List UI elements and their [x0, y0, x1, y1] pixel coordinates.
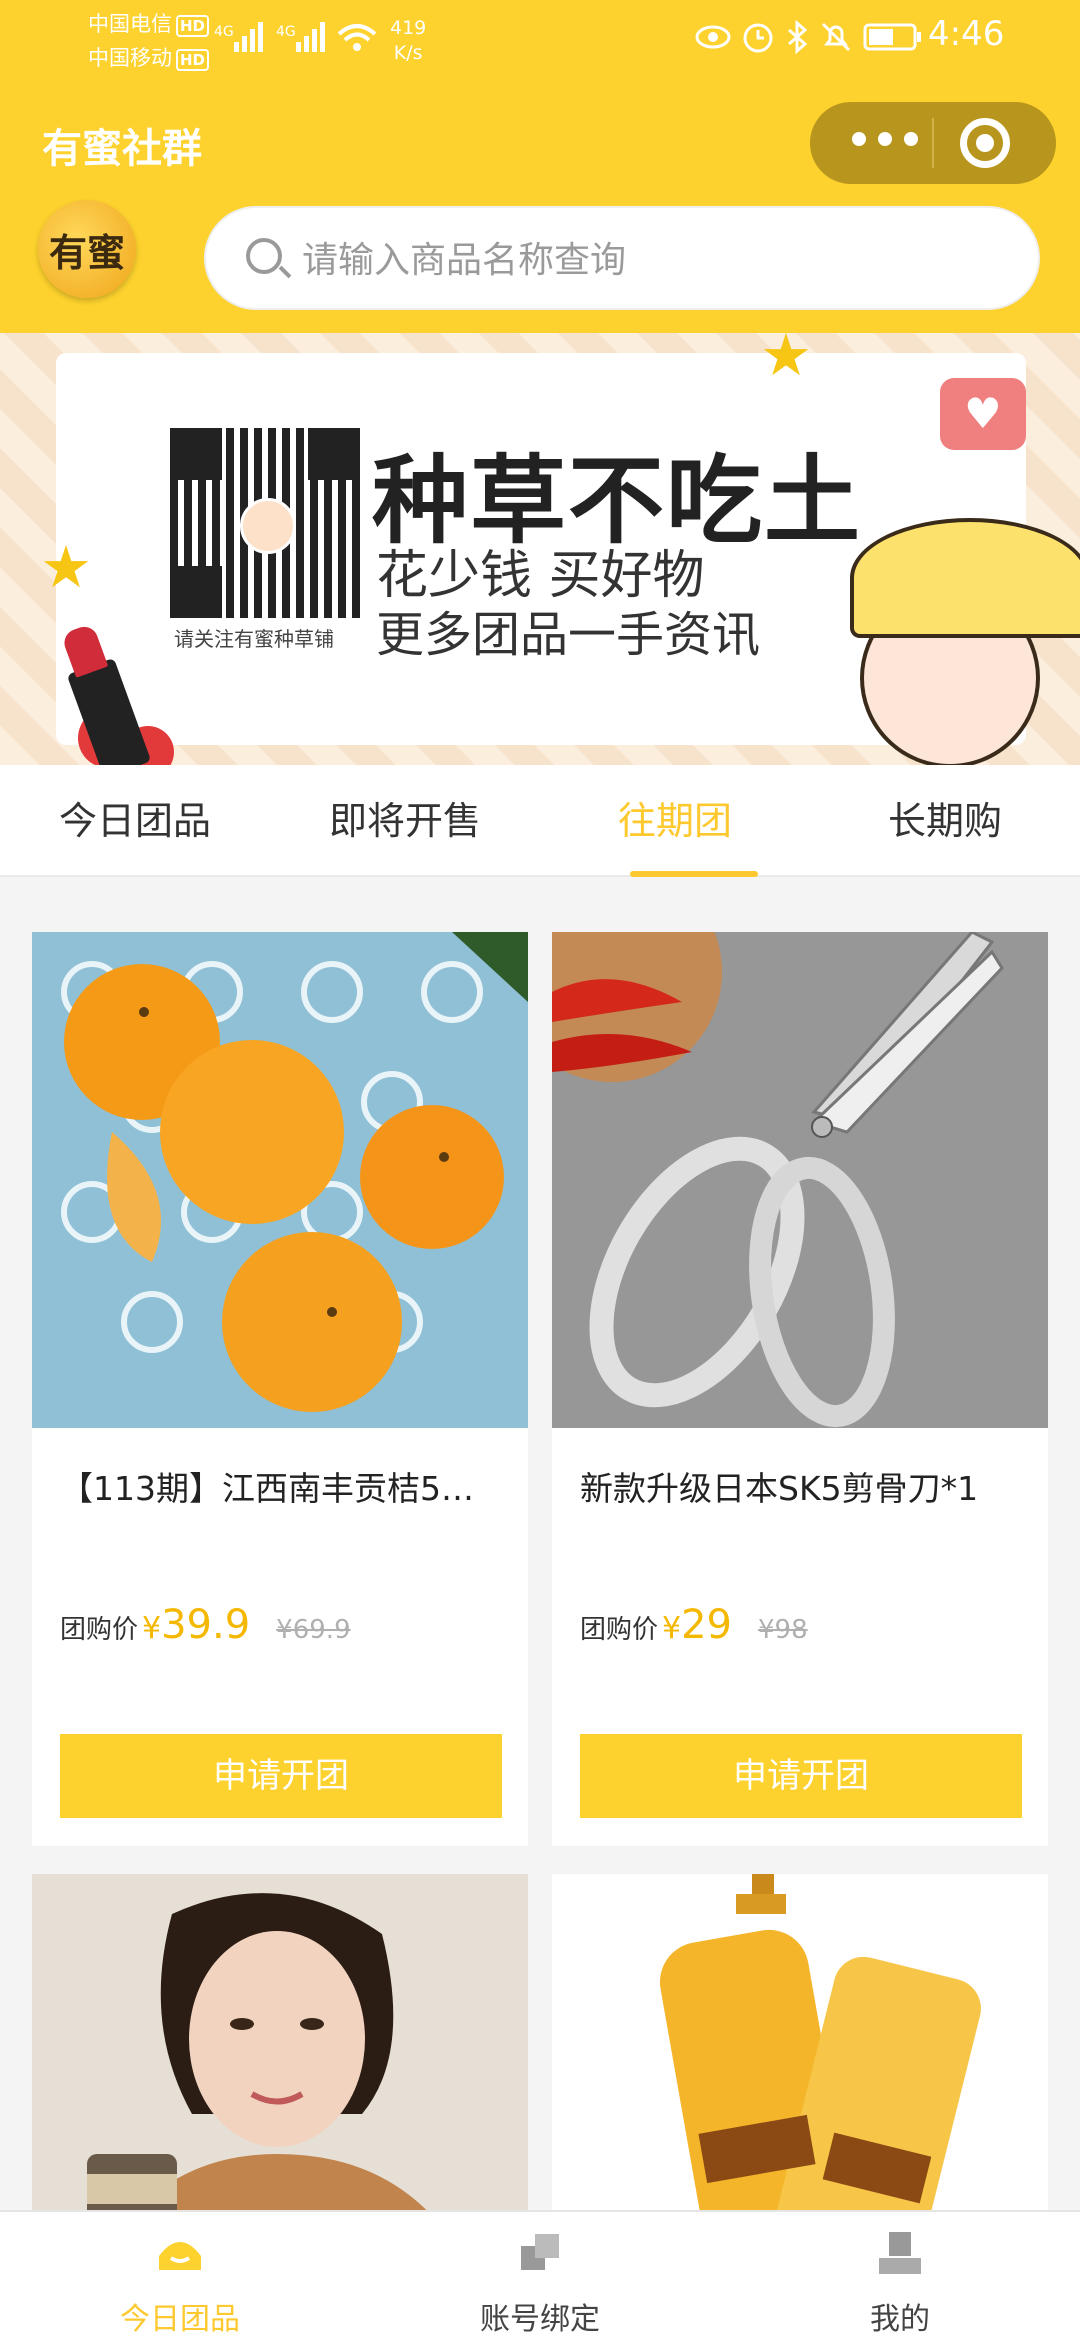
status-bar: 中国电信 HD 中国移动 HD 4G 4G 419 K/s 4:46: [0, 0, 1080, 80]
svg-text:4G: 4G: [276, 24, 296, 40]
carrier-1: 中国电信 HD: [88, 8, 210, 38]
alarm-icon: [743, 23, 773, 53]
hd-badge: HD: [176, 15, 210, 37]
product-card[interactable]: 【113期】江西南丰贡桔5… 团购价 ¥ 39.9 ¥69.9 申请开团: [32, 932, 528, 1846]
qr-code: [166, 424, 364, 622]
product-image[interactable]: [552, 932, 1048, 1428]
brand-logo: 有蜜: [38, 200, 136, 298]
clock: 4:46: [928, 14, 1005, 54]
price-row: 团购价 ¥ 29 ¥98: [580, 1602, 808, 1648]
carrier-2-name: 中国移动: [88, 46, 172, 70]
eye-icon: [695, 25, 731, 49]
home-icon: [159, 2242, 201, 2270]
product-name[interactable]: 新款升级日本SK5剪骨刀*1: [580, 1462, 1030, 1510]
search-bar[interactable]: [204, 206, 1040, 310]
tab-upcoming[interactable]: 即将开售: [270, 765, 540, 877]
tab-today[interactable]: 今日团品: [0, 765, 270, 877]
product-name[interactable]: 【113期】江西南丰贡桔5…: [60, 1462, 510, 1510]
tab-longterm[interactable]: 长期购: [810, 765, 1080, 877]
nav-mine[interactable]: 我的: [720, 2212, 1080, 2340]
product-image[interactable]: [32, 932, 528, 1428]
app-root: 中国电信HD 中国移动HD 4G 4G 419 K/s 4:46 有蜜社群: [0, 0, 1080, 2340]
page-title: 有蜜社群: [42, 126, 202, 172]
currency-symbol: ¥: [142, 1611, 162, 1646]
miniprogram-capsule: [810, 102, 1056, 184]
search-input[interactable]: [302, 230, 1002, 290]
category-tabs: 今日团品 即将开售 往期团 长期购: [0, 765, 1080, 877]
capsule-divider: [932, 118, 934, 168]
currency-symbol: ¥: [662, 1611, 682, 1646]
apply-group-button[interactable]: 申请开团: [580, 1734, 1022, 1818]
nav-label: 今日团品: [120, 2302, 240, 2337]
price-row: 团购价 ¥ 39.9 ¥69.9: [60, 1602, 351, 1648]
original-price: ¥69.9: [276, 1615, 351, 1645]
heart-icon: ♥: [940, 378, 1026, 450]
link-account-icon: [521, 2234, 559, 2270]
star-icon: ★: [760, 321, 812, 389]
group-price: 39.9: [161, 1602, 251, 1648]
product-card[interactable]: 新款升级日本SK5剪骨刀*1 团购价 ¥ 29 ¥98 申请开团: [552, 932, 1048, 1846]
logo-text: 有蜜: [48, 229, 125, 275]
net-speed-unit: K/s: [393, 42, 423, 64]
search-icon: [246, 238, 282, 274]
header: 中国电信HD 中国移动HD 4G 4G 419 K/s 4:46 有蜜社群: [0, 0, 1080, 333]
banner-line-3: 更多团品一手资讯: [376, 607, 761, 663]
price-label: 团购价: [60, 1615, 139, 1645]
profile-icon: [879, 2232, 921, 2274]
qr-caption: 请关注有蜜种草铺: [174, 627, 334, 651]
bottom-nav: 今日团品 账号绑定 我的: [0, 2210, 1080, 2340]
net-speed-value: 419: [390, 17, 427, 39]
net-speed: 419 K/s: [390, 16, 426, 66]
nav-today[interactable]: 今日团品: [0, 2212, 360, 2340]
carrier-1-name: 中国电信: [88, 12, 172, 36]
bluetooth-icon: [788, 20, 808, 54]
girl-illustration: [820, 518, 1080, 768]
carrier-2: 中国移动 HD: [88, 42, 210, 72]
nav-account-binding[interactable]: 账号绑定: [360, 2212, 720, 2340]
signal-icon: 4G 4G: [214, 22, 377, 52]
battery-icon: [863, 23, 921, 51]
svg-text:4G: 4G: [214, 24, 234, 40]
promo-banner[interactable]: ★ ★ ♥ 请关注有蜜种草铺 种草不吃土 花少钱 买好物 更多团品一手资讯: [0, 321, 1080, 779]
status-icons: [695, 20, 923, 54]
original-price: ¥98: [758, 1615, 808, 1645]
star-icon: ★: [40, 533, 92, 601]
group-price: 29: [681, 1602, 733, 1648]
close-miniprogram-icon[interactable]: [960, 118, 1010, 168]
hd-badge: HD: [176, 49, 210, 71]
mute-icon: [821, 22, 851, 52]
price-label: 团购价: [580, 1615, 659, 1645]
nav-label: 我的: [870, 2302, 930, 2337]
apply-group-button[interactable]: 申请开团: [60, 1734, 502, 1818]
nav-label: 账号绑定: [480, 2302, 600, 2337]
tab-past[interactable]: 往期团: [540, 765, 810, 877]
more-icon[interactable]: [852, 132, 918, 146]
